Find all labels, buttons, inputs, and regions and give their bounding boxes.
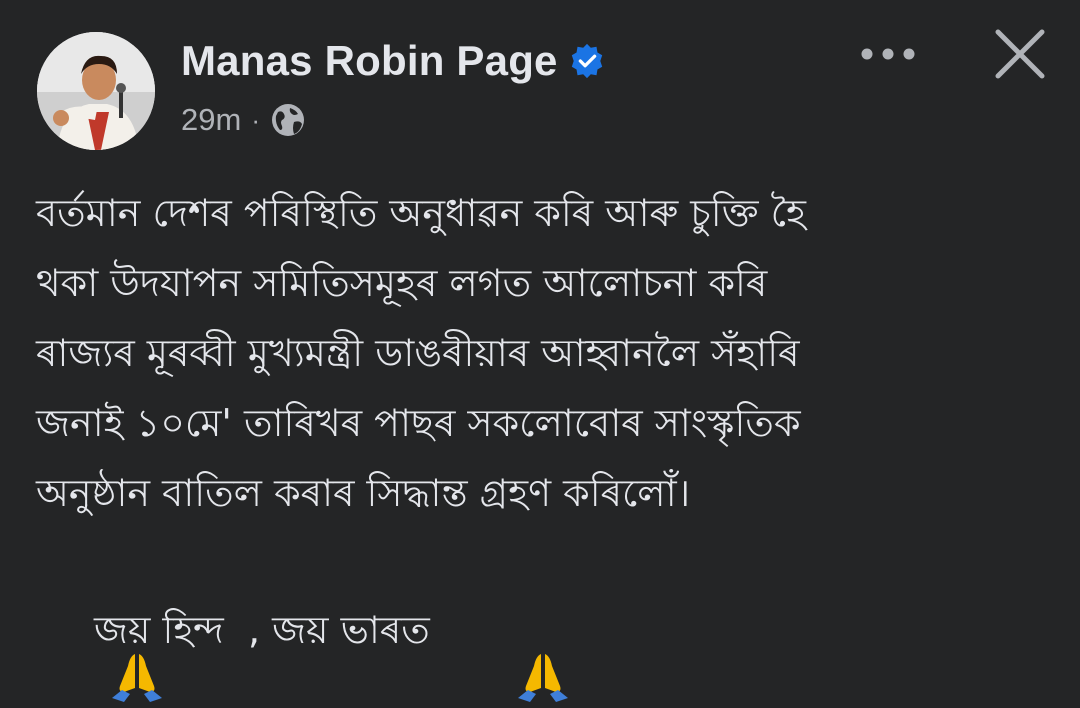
post-closing: জয় হিন্দ , জয় ভাৰত [36, 598, 569, 702]
post-body-line: থকা উদযাপন সমিতিসমূহৰ লগত আলোচনা কৰি [36, 261, 768, 305]
folded-hands-icon [36, 604, 163, 702]
folded-hands-icon [442, 604, 569, 702]
post-body-line: অনুষ্ঠান বাতিল কৰাৰ সিদ্ধান্ত গ্ৰহণ কৰিল… [36, 471, 691, 515]
close-icon [995, 29, 1045, 79]
post-body-line: জনাই ১০মে' তাৰিখৰ পাছৰ সকলোবোৰ সাংস্কৃতি… [36, 401, 801, 445]
more-options-icon [861, 48, 915, 60]
author-header: Manas Robin Page [181, 34, 606, 88]
post-timestamp[interactable]: 29m [181, 102, 241, 138]
globe-icon[interactable] [270, 102, 306, 138]
post-body: বৰ্তমান দেশৰ পৰিস্থিতি অনুধাৱন কৰি আৰু চ… [36, 178, 1046, 528]
avatar-image [37, 32, 155, 150]
post-body-line: বৰ্তমান দেশৰ পৰিস্থিতি অনুধাৱন কৰি আৰু চ… [36, 191, 806, 235]
post-meta: 29m · [181, 98, 306, 142]
close-button[interactable] [988, 22, 1052, 86]
closing-text: জয় হিন্দ , জয় ভাৰত [94, 608, 442, 652]
more-options-button[interactable] [858, 36, 918, 72]
author-avatar[interactable] [37, 32, 155, 150]
meta-separator: · [251, 104, 260, 135]
verified-badge-icon [568, 42, 606, 80]
post-card: Manas Robin Page 29m · বৰ্তমান দেশৰ পৰিস… [0, 0, 1080, 708]
post-body-line: ৰাজ্যৰ মূৰব্বী মুখ্যমন্ত্ৰী ডাঙৰীয়াৰ আহ… [36, 331, 800, 375]
author-name[interactable]: Manas Robin Page [181, 37, 558, 85]
